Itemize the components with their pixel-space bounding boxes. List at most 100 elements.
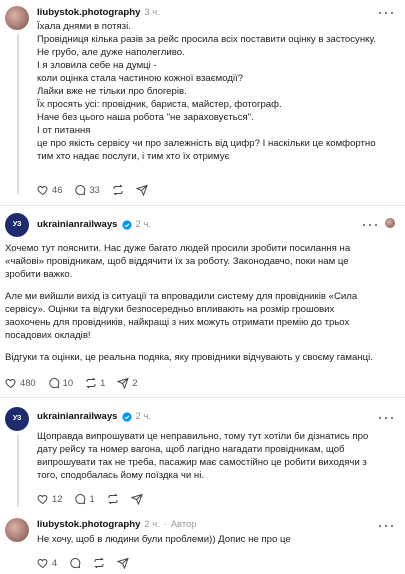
more-options-icon[interactable] — [379, 522, 393, 530]
avatar-logo-text: УЗ — [12, 415, 22, 423]
heart-icon — [37, 559, 48, 569]
share-icon — [117, 378, 130, 390]
comment-icon — [70, 558, 81, 569]
like-button[interactable]: 12 — [37, 493, 62, 506]
text-line: Не хочу, щоб в людини були проблеми)) До… — [37, 534, 291, 545]
post-body: Їхала днями в потязі. Провідниця кілька р… — [37, 20, 397, 164]
text-line: заохочень для провідників, найкращі з ни… — [5, 317, 350, 329]
comment-count: 1 — [89, 493, 95, 504]
comment-button[interactable]: 10 — [48, 377, 73, 390]
repost-icon — [86, 378, 96, 389]
text-line: Наче без цього наша робота "не зараховує… — [37, 112, 254, 124]
avatar-logo-text: УЗ — [12, 221, 22, 229]
like-button[interactable]: 46 — [37, 184, 62, 197]
replier-avatars[interactable] — [384, 217, 396, 229]
heart-icon — [37, 186, 48, 196]
text-line: посадових окладів! — [5, 330, 91, 342]
divider — [0, 397, 405, 398]
comment-icon — [75, 185, 86, 196]
post-body: Щоправда випрошувати це неправильно, том… — [37, 430, 399, 482]
post-header: liubystok.photography 2 ч. · Автор — [37, 518, 197, 531]
text-line: випрошувати так не треба, пасажир має са… — [37, 457, 367, 469]
like-count: 480 — [20, 377, 36, 388]
text-line: дату рейсу та номер вагона, щоб лагідно … — [37, 444, 345, 456]
share-count: 2 — [132, 377, 138, 388]
text-line: «чайові» провідникам, щоб віддячити їх з… — [5, 256, 349, 268]
comment-count: 10 — [62, 377, 74, 388]
avatar[interactable] — [5, 6, 29, 30]
more-options-icon[interactable] — [379, 414, 393, 422]
post-header: liubystok.photography 3 ч. — [37, 6, 160, 19]
post-body: Хочемо тут пояснити. Нас дуже багато люд… — [5, 242, 400, 364]
avatar[interactable]: УЗ — [5, 213, 29, 237]
more-options-icon[interactable] — [379, 9, 393, 17]
post-actions: 4 — [37, 557, 141, 570]
timestamp[interactable]: 2 ч. — [136, 410, 151, 423]
comment-icon — [75, 494, 86, 505]
timestamp[interactable]: 3 ч. — [144, 6, 159, 19]
username[interactable]: ukrainianrailways — [37, 218, 118, 231]
comment-button[interactable] — [69, 557, 81, 569]
share-icon — [135, 185, 148, 197]
like-count: 12 — [52, 493, 63, 504]
like-button[interactable]: 4 — [37, 557, 57, 570]
text-line: Їх просять усі: провідник, бариста, майс… — [37, 99, 282, 111]
text-line: Провідниця кілька разів за рейс просила … — [37, 34, 376, 46]
text-line: тим хто надає послуги, і тим хто їх отри… — [37, 151, 230, 163]
thread-line — [17, 34, 19, 194]
repost-button[interactable] — [93, 557, 105, 569]
username[interactable]: ukrainianrailways — [37, 410, 118, 423]
text-line: Лайки вже не тільки про блогерів. — [37, 86, 187, 98]
verified-badge-icon — [121, 411, 132, 422]
share-button[interactable] — [117, 557, 130, 570]
timestamp[interactable]: 2 ч. — [144, 518, 159, 531]
mini-avatar — [384, 217, 396, 229]
heart-icon — [37, 495, 48, 505]
divider — [0, 205, 405, 206]
text-line: Відгуки та оцінки, це реальна подяка, як… — [5, 352, 373, 364]
thread-line — [17, 435, 19, 507]
text-line: Їхала днями в потязі. — [37, 21, 131, 32]
repost-button[interactable] — [112, 184, 124, 196]
heart-icon — [5, 379, 16, 389]
repost-icon — [94, 558, 104, 569]
text-line: Не грубо, але дуже наполегливо. — [37, 47, 185, 59]
author-label: Автор — [170, 518, 197, 530]
share-button[interactable]: 2 — [117, 377, 138, 390]
repost-icon — [113, 185, 123, 196]
text-line: І от питання — [37, 125, 91, 137]
verified-badge-icon — [121, 219, 132, 230]
username[interactable]: liubystok.photography — [37, 6, 140, 19]
more-options-icon[interactable] — [363, 221, 377, 229]
avatar[interactable] — [5, 518, 29, 542]
repost-button[interactable] — [107, 493, 119, 505]
text-line: коли оцінка стала частиною кожної взаємо… — [37, 73, 244, 85]
text-line: І я зловила себе на думці - — [37, 60, 157, 72]
comment-icon — [49, 378, 59, 389]
timestamp[interactable]: 2 ч. — [136, 218, 151, 231]
share-icon — [130, 494, 143, 506]
share-button[interactable] — [130, 493, 143, 506]
post-header: ukrainianrailways 2 ч. — [37, 218, 151, 231]
like-count: 46 — [52, 184, 63, 195]
username[interactable]: liubystok.photography — [37, 518, 140, 531]
repost-button[interactable]: 1 — [85, 377, 105, 390]
post-actions: 46 33 — [37, 184, 160, 197]
repost-icon — [107, 494, 118, 505]
separator-dot: · — [163, 518, 167, 530]
comment-button[interactable]: 33 — [74, 184, 100, 197]
text-line: зробити важко. — [5, 269, 73, 281]
post-actions: 12 1 — [37, 493, 155, 506]
post-header: ukrainianrailways 2 ч. — [37, 410, 151, 423]
text-line: того, сподобалась йому поїздка чи ні. — [37, 470, 205, 482]
repost-count: 1 — [100, 377, 106, 388]
comment-button[interactable]: 1 — [74, 493, 95, 506]
comment-count: 33 — [89, 184, 100, 195]
text-line: Хочемо тут пояснити. Нас дуже багато люд… — [5, 243, 351, 254]
text-line: Щоправда випрошувати це неправильно, том… — [37, 431, 369, 442]
like-button[interactable]: 480 — [5, 377, 36, 390]
avatar[interactable]: УЗ — [5, 407, 29, 431]
share-button[interactable] — [135, 184, 148, 197]
